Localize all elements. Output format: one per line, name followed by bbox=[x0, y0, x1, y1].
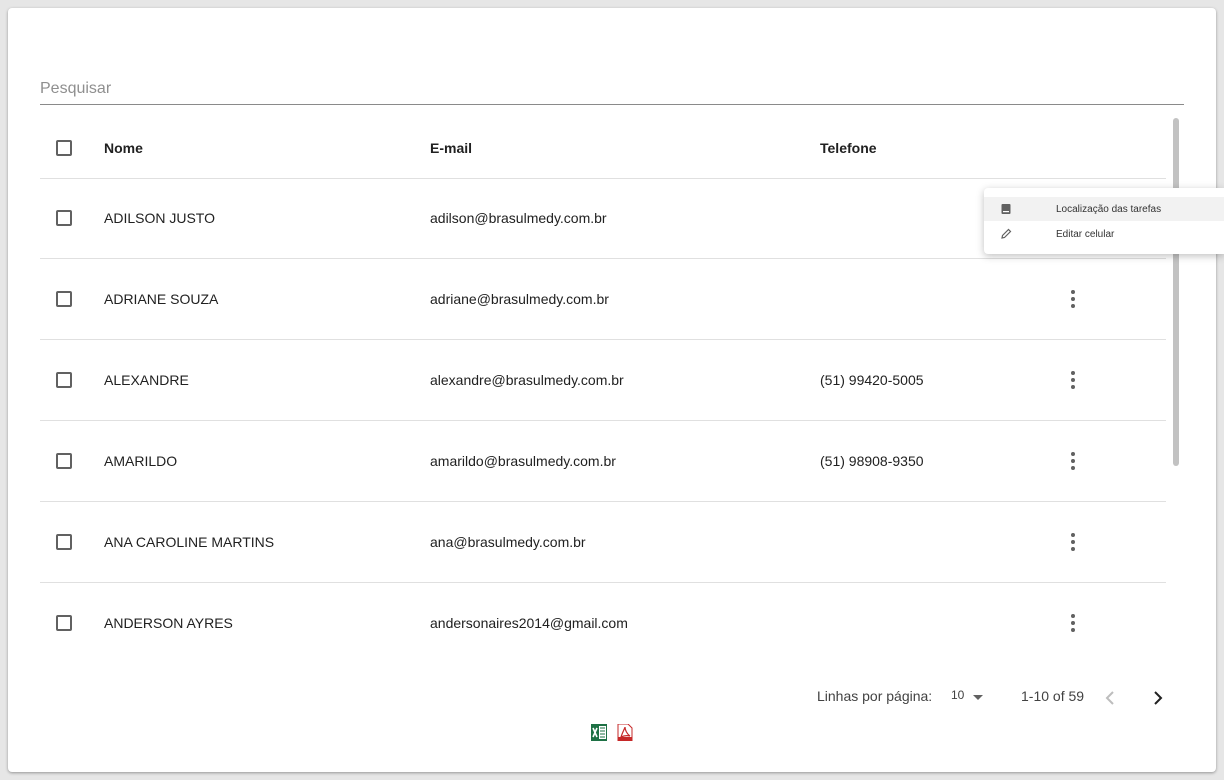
chevron-left-icon bbox=[1105, 691, 1114, 705]
cell-nome: ADILSON JUSTO bbox=[104, 210, 215, 226]
row-checkbox[interactable] bbox=[56, 210, 72, 226]
rows-per-page-label: Linhas por página: bbox=[817, 688, 933, 704]
users-card: Nome E-mail Telefone ADILSON JUSTO adils… bbox=[8, 8, 1216, 772]
cell-email: adilson@brasulmedy.com.br bbox=[430, 210, 607, 226]
menu-item-localizacao-tarefas[interactable]: Localização das tarefas bbox=[984, 197, 1224, 221]
row-actions-menu-button[interactable] bbox=[1061, 530, 1085, 554]
menu-item-label: Localização das tarefas bbox=[1056, 203, 1162, 215]
row-checkbox[interactable] bbox=[56, 372, 72, 388]
table-header-row: Nome E-mail Telefone bbox=[40, 118, 1166, 179]
export-pdf-button[interactable] bbox=[617, 723, 633, 742]
cell-email: ana@brasulmedy.com.br bbox=[430, 534, 586, 550]
pdf-icon bbox=[617, 723, 633, 742]
table-row[interactable]: AMARILDO amarildo@brasulmedy.com.br (51)… bbox=[40, 421, 1166, 502]
cell-nome: ALEXANDRE bbox=[104, 372, 189, 388]
menu-item-editar-celular[interactable]: Editar celular bbox=[984, 222, 1224, 246]
pagination-range: 1-10 of 59 bbox=[1021, 688, 1085, 704]
row-checkbox[interactable] bbox=[56, 453, 72, 469]
chevron-right-icon bbox=[1154, 691, 1163, 705]
table-row[interactable]: ALEXANDRE alexandre@brasulmedy.com.br (5… bbox=[40, 340, 1166, 421]
cell-nome: ADRIANE SOUZA bbox=[104, 291, 219, 307]
cell-email: adriane@brasulmedy.com.br bbox=[430, 291, 609, 307]
search-input[interactable] bbox=[40, 78, 1184, 100]
prev-page-button[interactable] bbox=[1098, 686, 1122, 710]
header-email[interactable]: E-mail bbox=[430, 140, 472, 156]
excel-icon bbox=[591, 724, 607, 741]
cell-telefone: (51) 98908-9350 bbox=[820, 453, 924, 469]
table-row[interactable]: ADRIANE SOUZA adriane@brasulmedy.com.br bbox=[40, 259, 1166, 340]
row-actions-menu-button[interactable] bbox=[1061, 611, 1085, 635]
select-all-checkbox[interactable] bbox=[56, 140, 72, 156]
next-page-button[interactable] bbox=[1146, 686, 1170, 710]
row-actions-menu: Localização das tarefas Editar celular bbox=[984, 188, 1224, 254]
cell-nome: AMARILDO bbox=[104, 453, 178, 469]
rows-per-page-value: 10 bbox=[951, 688, 965, 702]
cell-email: andersonaires2014@gmail.com bbox=[430, 615, 628, 631]
dropdown-arrow-icon bbox=[973, 695, 983, 700]
cell-telefone: (51) 99420-5005 bbox=[820, 372, 924, 388]
row-actions-menu-button[interactable] bbox=[1061, 449, 1085, 473]
row-checkbox[interactable] bbox=[56, 291, 72, 307]
table-scrollbar[interactable] bbox=[1173, 118, 1179, 466]
export-excel-button[interactable] bbox=[591, 724, 607, 741]
rows-per-page-select[interactable]: 10 bbox=[951, 688, 987, 708]
menu-item-label: Editar celular bbox=[1056, 228, 1115, 240]
cell-nome: ANA CAROLINE MARTINS bbox=[104, 534, 275, 550]
row-checkbox[interactable] bbox=[56, 615, 72, 631]
row-checkbox[interactable] bbox=[56, 534, 72, 550]
cell-nome: ANDERSON AYRES bbox=[104, 615, 233, 631]
search-field[interactable] bbox=[40, 78, 1184, 105]
book-icon bbox=[1001, 204, 1011, 214]
row-actions-menu-button[interactable] bbox=[1061, 287, 1085, 311]
row-actions-menu-button[interactable] bbox=[1061, 368, 1085, 392]
table-row[interactable]: ANDERSON AYRES andersonaires2014@gmail.c… bbox=[40, 583, 1166, 656]
header-nome[interactable]: Nome bbox=[104, 140, 143, 156]
cell-email: amarildo@brasulmedy.com.br bbox=[430, 453, 616, 469]
pencil-icon bbox=[1001, 228, 1012, 239]
header-telefone[interactable]: Telefone bbox=[820, 140, 877, 156]
cell-email: alexandre@brasulmedy.com.br bbox=[430, 372, 624, 388]
table-row[interactable]: ANA CAROLINE MARTINS ana@brasulmedy.com.… bbox=[40, 502, 1166, 583]
